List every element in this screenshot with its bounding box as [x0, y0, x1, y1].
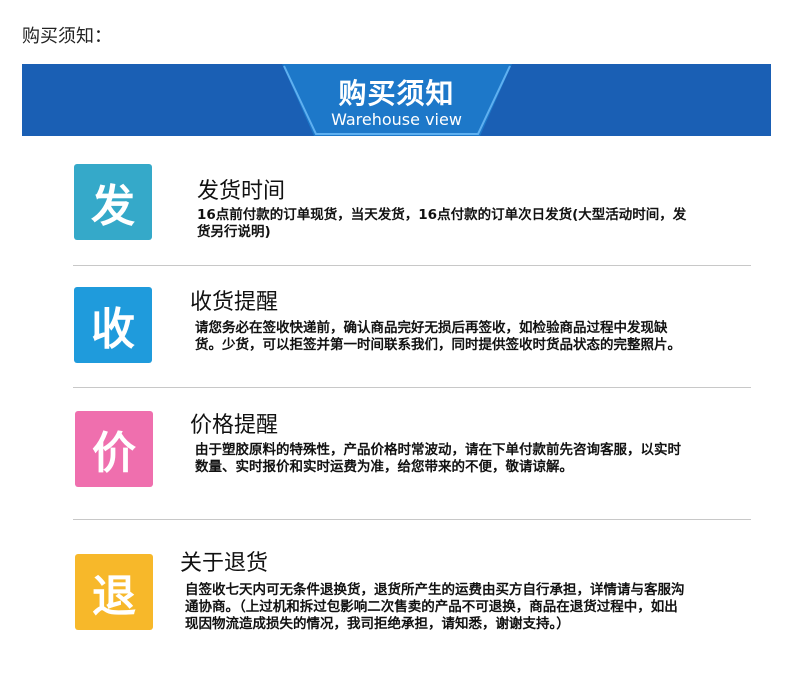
- heading-shipping-time: 发货时间: [197, 179, 286, 204]
- page-label: 购买须知：: [22, 26, 112, 47]
- desc-about-returns: 自签收七天内可无条件退换货，退货所产生的运费由买方自行承担，详情请与客服沟通协商…: [185, 582, 685, 632]
- divider: [73, 519, 751, 520]
- desc-shipping-time: 16点前付款的订单现货，当天发货，16点付款的订单次日发货(大型活动时间，发货另…: [197, 207, 687, 240]
- desc-receive-reminder: 请您务必在签收快递前，确认商品完好无损后再签收，如检验商品过程中发现缺货。少货，…: [195, 320, 681, 353]
- heading-about-returns: 关于退货: [180, 551, 269, 576]
- badge-receive: 收: [74, 287, 152, 363]
- badge-price: 价: [75, 411, 153, 487]
- divider: [73, 387, 751, 388]
- heading-price-reminder: 价格提醒: [190, 413, 279, 438]
- banner-subtitle: Warehouse view: [331, 110, 462, 129]
- desc-price-reminder: 由于塑胶原料的特殊性，产品价格时常波动，请在下单付款前先咨询客服，以实时数量、实…: [195, 442, 681, 475]
- badge-return: 退: [75, 554, 153, 630]
- banner: 购买须知 Warehouse view: [22, 64, 771, 136]
- heading-receive-reminder: 收货提醒: [190, 290, 279, 315]
- divider: [73, 265, 751, 266]
- badge-shipping: 发: [74, 164, 152, 240]
- banner-title: 购买须知: [338, 77, 455, 110]
